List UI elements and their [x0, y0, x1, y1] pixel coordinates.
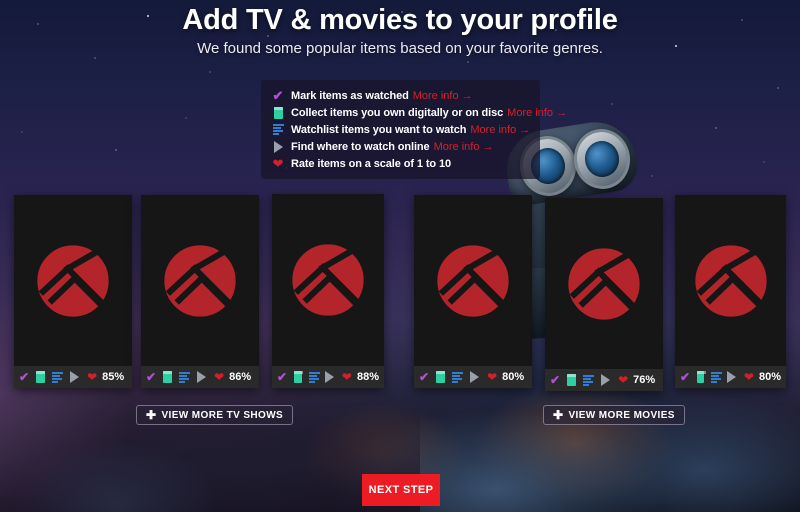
onboarding-screen: Add TV & movies to your profile We found…: [0, 0, 800, 512]
list-icon[interactable]: [308, 371, 320, 383]
poster-placeholder: [141, 195, 259, 366]
rating-percent: 80%: [758, 371, 781, 383]
rating-percent: 86%: [229, 371, 252, 383]
check-icon[interactable]: ✔: [550, 374, 560, 386]
card-action-bar: ✔ ❤ 86%: [141, 366, 259, 388]
box-icon[interactable]: [36, 371, 46, 383]
view-more-tv-shows-button[interactable]: ✚ VIEW MORE TV SHOWS: [136, 405, 294, 425]
more-info-link[interactable]: More info →: [413, 90, 473, 102]
poster-placeholder: [14, 195, 132, 366]
legend-item-label: Rate items on a scale of 1 to 10: [291, 157, 452, 170]
play-icon[interactable]: [324, 371, 334, 383]
legend-item-label: Collect items you own digitally or on di…: [291, 106, 504, 119]
play-icon[interactable]: [726, 371, 736, 383]
legend-item-watch-now: Find where to watch online More info →: [269, 139, 530, 154]
next-step-button[interactable]: NEXT STEP: [362, 474, 440, 506]
legend-item-watched: ✔ Mark items as watched More info →: [269, 88, 530, 103]
box-icon[interactable]: [436, 371, 446, 383]
card-action-bar: ✔ ❤ 80%: [414, 366, 532, 388]
box-icon[interactable]: [294, 371, 303, 383]
page-subtitle: We found some popular items based on you…: [197, 40, 603, 57]
poster-placeholder: [414, 195, 532, 366]
movie-card-1[interactable]: ✔ ❤ 80%: [414, 195, 532, 388]
legend-item-collected: Collect items you own digitally or on di…: [269, 105, 567, 120]
check-icon[interactable]: ✔: [146, 371, 156, 383]
heart-icon[interactable]: ❤: [487, 371, 497, 383]
list-icon[interactable]: [711, 371, 723, 383]
movie-card-2[interactable]: ✔ ❤ 76%: [545, 198, 663, 391]
more-info-link[interactable]: More info →: [470, 124, 530, 136]
poster-placeholder: [272, 194, 384, 366]
check-icon[interactable]: ✔: [680, 371, 690, 383]
card-action-bar: ✔ ❤ 80%: [675, 366, 786, 388]
poster-placeholder: [545, 198, 663, 369]
check-icon[interactable]: ✔: [277, 371, 287, 383]
legend-item-label: Mark items as watched: [291, 89, 409, 102]
legend-item-watchlist: Watchlist items you want to watch More i…: [269, 122, 530, 137]
legend-panel: ✔ Mark items as watched More info → Coll…: [261, 80, 567, 179]
tv-card-3[interactable]: ✔ ❤ 88%: [272, 194, 384, 388]
movie-card-3[interactable]: ✔ ❤ 80%: [675, 195, 786, 388]
legend-item-rating: ❤ Rate items on a scale of 1 to 10: [269, 156, 530, 171]
view-more-movies-label: VIEW MORE MOVIES: [568, 409, 675, 421]
rating-percent: 88%: [356, 371, 379, 383]
list-icon[interactable]: [179, 371, 191, 383]
play-icon[interactable]: [70, 371, 80, 383]
tv-card-2[interactable]: ✔ ❤ 86%: [141, 195, 259, 388]
page-title: Add TV & movies to your profile: [182, 4, 618, 36]
poster-placeholder: [675, 195, 786, 366]
play-icon: [269, 140, 287, 153]
tv-card-1[interactable]: ✔ ❤ 85%: [14, 195, 132, 388]
heart-icon[interactable]: ❤: [744, 371, 754, 383]
heart-icon: ❤: [272, 156, 284, 171]
list-icon[interactable]: [452, 371, 464, 383]
box-icon[interactable]: [697, 371, 707, 383]
play-icon[interactable]: [197, 371, 207, 383]
check-icon: ✔: [272, 88, 284, 103]
plus-icon: ✚: [553, 408, 564, 422]
list-icon[interactable]: [583, 374, 595, 386]
card-action-bar: ✔ ❤ 85%: [14, 366, 132, 388]
check-icon[interactable]: ✔: [419, 371, 429, 383]
card-action-bar: ✔ ❤ 88%: [272, 366, 384, 388]
view-more-movies-button[interactable]: ✚ VIEW MORE MOVIES: [543, 405, 685, 425]
list-icon[interactable]: [52, 371, 64, 383]
list-icon: [269, 124, 287, 135]
view-more-tv-label: VIEW MORE TV SHOWS: [161, 409, 284, 421]
plus-icon: ✚: [146, 408, 157, 422]
more-info-link[interactable]: More info →: [434, 141, 494, 153]
box-icon[interactable]: [567, 374, 577, 386]
card-action-bar: ✔ ❤ 76%: [545, 369, 663, 391]
box-icon: [269, 106, 287, 119]
play-icon[interactable]: [470, 371, 480, 383]
rating-percent: 80%: [502, 371, 525, 383]
legend-item-label: Find where to watch online: [291, 140, 430, 153]
heart-icon[interactable]: ❤: [214, 371, 224, 383]
heart-icon[interactable]: ❤: [342, 371, 352, 383]
legend-item-label: Watchlist items you want to watch: [291, 123, 467, 136]
heart-icon[interactable]: ❤: [87, 371, 97, 383]
more-info-link[interactable]: More info →: [507, 107, 567, 119]
box-icon[interactable]: [163, 371, 173, 383]
play-icon[interactable]: [601, 374, 611, 386]
rating-percent: 85%: [102, 371, 125, 383]
rating-percent: 76%: [633, 374, 656, 386]
heart-icon[interactable]: ❤: [618, 374, 628, 386]
check-icon[interactable]: ✔: [19, 371, 29, 383]
